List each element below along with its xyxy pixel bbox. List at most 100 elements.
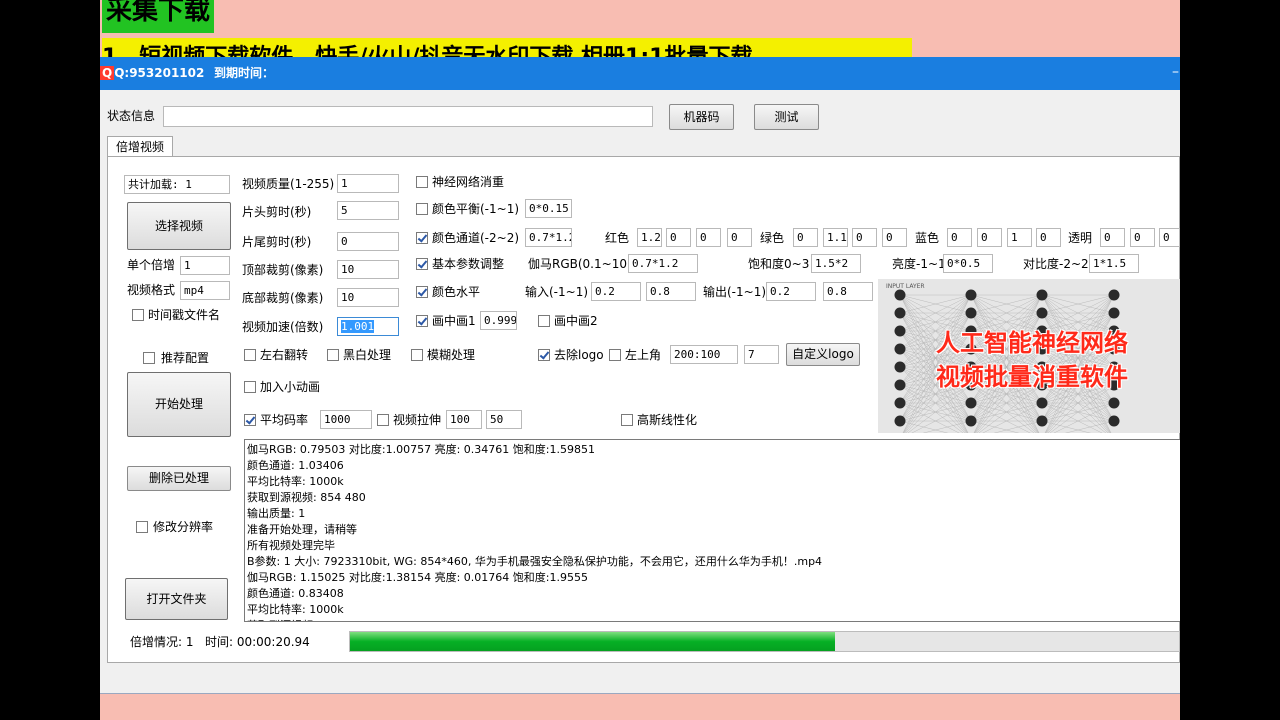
red-input-3[interactable]: 0 bbox=[696, 228, 721, 247]
green-input-1[interactable]: 0 bbox=[793, 228, 818, 247]
recommend-config-checkbox[interactable] bbox=[143, 352, 155, 364]
red-input-4[interactable]: 0 bbox=[727, 228, 752, 247]
color-level-checkbox[interactable] bbox=[416, 286, 428, 298]
stretch-input-1[interactable]: 100 bbox=[446, 410, 482, 429]
red-input-2[interactable]: 0 bbox=[666, 228, 691, 247]
timestamp-filename-label: 时间戳文件名 bbox=[148, 308, 221, 322]
output-high-input[interactable]: 0.8 bbox=[823, 282, 873, 301]
saturation-label: 饱和度0~3 bbox=[748, 257, 810, 271]
log-line: 伽马RGB: 1.15025 对比度:1.38154 亮度: 0.01764 饱… bbox=[247, 571, 588, 584]
color-channel-checkbox[interactable] bbox=[416, 232, 428, 244]
log-line: 伽马RGB: 0.79503 对比度:1.00757 亮度: 0.34761 饱… bbox=[247, 443, 595, 456]
title-bar[interactable]: Q Q:953201102 到期时间： – bbox=[100, 57, 1180, 90]
green-input-4[interactable]: 0 bbox=[882, 228, 907, 247]
input-low-input[interactable]: 0.2 bbox=[591, 282, 641, 301]
red-input-1[interactable]: 1.2 bbox=[637, 228, 662, 247]
log-line: 所有视频处理完毕 bbox=[247, 539, 335, 552]
log-line: 平均比特率: 1000k bbox=[247, 603, 344, 616]
add-animation-label: 加入小动画 bbox=[260, 380, 321, 394]
status-field[interactable] bbox=[163, 106, 653, 127]
timestamp-filename-checkbox[interactable] bbox=[132, 309, 144, 321]
speed-input[interactable]: 1.001 bbox=[337, 317, 399, 336]
color-channel-input[interactable]: 0.7*1.2 bbox=[525, 228, 572, 247]
blur-label: 模糊处理 bbox=[427, 348, 476, 362]
green-input-2[interactable]: 1.1 bbox=[823, 228, 848, 247]
alpha-label: 透明 bbox=[1068, 231, 1093, 245]
single-multiply-input[interactable]: 1 bbox=[180, 256, 230, 275]
slide-title: 采集下载 bbox=[102, 0, 215, 33]
neural-dedup-label: 神经网络消重 bbox=[432, 175, 505, 189]
logo-value-input[interactable]: 7 bbox=[744, 345, 779, 364]
avg-bitrate-input[interactable]: 1000 bbox=[320, 410, 372, 429]
bottom-crop-input[interactable]: 10 bbox=[337, 288, 399, 307]
log-output[interactable]: 伽马RGB: 0.79503 对比度:1.00757 亮度: 0.34761 饱… bbox=[244, 439, 1180, 622]
neural-dedup-checkbox[interactable] bbox=[416, 176, 428, 188]
tail-cut-input[interactable]: 0 bbox=[337, 232, 399, 251]
top-left-checkbox[interactable] bbox=[609, 349, 621, 361]
input-range-label: 输入(-1~1) bbox=[525, 285, 589, 299]
open-folder-button[interactable]: 打开文件夹 bbox=[125, 578, 228, 620]
gamma-input[interactable]: 0.7*1.2 bbox=[628, 254, 698, 273]
pip2-label: 画中画2 bbox=[554, 314, 598, 328]
video-format-input[interactable]: mp4 bbox=[180, 281, 230, 300]
banner-line-1: 人工智能神经网络 bbox=[936, 329, 1128, 357]
saturation-input[interactable]: 1.5*2 bbox=[811, 254, 861, 273]
bottom-crop-label: 底部裁剪(像素) bbox=[242, 291, 324, 305]
contrast-input[interactable]: 1*1.5 bbox=[1089, 254, 1139, 273]
blue-input-2[interactable]: 0 bbox=[977, 228, 1002, 247]
gaussian-label: 高斯线性化 bbox=[637, 413, 698, 427]
remove-logo-checkbox[interactable] bbox=[538, 349, 550, 361]
minimize-icon[interactable]: – bbox=[1172, 65, 1180, 79]
pip1-checkbox[interactable] bbox=[416, 315, 428, 327]
color-balance-checkbox[interactable] bbox=[416, 203, 428, 215]
green-input-3[interactable]: 0 bbox=[852, 228, 877, 247]
select-video-button[interactable]: 选择视频 bbox=[127, 202, 231, 250]
delete-processed-button[interactable]: 删除已处理 bbox=[127, 466, 231, 491]
output-low-input[interactable]: 0.2 bbox=[766, 282, 816, 301]
output-range-label: 输出(-1~1) bbox=[703, 285, 767, 299]
pip1-input[interactable]: 0.999 bbox=[480, 311, 517, 330]
color-balance-label: 颜色平衡(-1~1) bbox=[432, 202, 520, 216]
change-resolution-checkbox[interactable] bbox=[136, 521, 148, 533]
blue-input-3[interactable]: 1 bbox=[1007, 228, 1032, 247]
neural-network-banner: INPUT LAYER 人工智能神经网络 视频批量消重软件 bbox=[878, 279, 1180, 433]
blue-input-1[interactable]: 0 bbox=[947, 228, 972, 247]
alpha-input-2[interactable]: 0 bbox=[1130, 228, 1155, 247]
change-resolution-label: 修改分辨率 bbox=[153, 520, 214, 534]
alpha-input-3[interactable]: 0 bbox=[1159, 228, 1180, 247]
flip-label: 左右翻转 bbox=[260, 348, 309, 362]
alpha-input-1[interactable]: 0 bbox=[1100, 228, 1125, 247]
bw-checkbox[interactable] bbox=[327, 349, 339, 361]
quality-input[interactable]: 1 bbox=[337, 174, 399, 193]
input-high-input[interactable]: 0.8 bbox=[646, 282, 696, 301]
top-crop-input[interactable]: 10 bbox=[337, 260, 399, 279]
video-format-label: 视频格式 bbox=[127, 283, 176, 297]
multiply-status: 倍增情况: 1 时间: 00:00:20.94 bbox=[130, 635, 310, 649]
top-crop-label: 顶部裁剪(像素) bbox=[242, 263, 324, 277]
machine-code-button[interactable]: 机器码 bbox=[669, 104, 734, 130]
start-process-button[interactable]: 开始处理 bbox=[127, 372, 231, 437]
banner-line-2: 视频批量消重软件 bbox=[936, 363, 1128, 391]
tab-multiply-video[interactable]: 倍增视频 bbox=[107, 136, 173, 158]
test-button[interactable]: 测试 bbox=[754, 104, 819, 130]
stretch-input-2[interactable]: 50 bbox=[486, 410, 522, 429]
expire-time-label: 到期时间： bbox=[214, 66, 275, 80]
blur-checkbox[interactable] bbox=[411, 349, 423, 361]
logo-size-input[interactable]: 200:100 bbox=[670, 345, 738, 364]
brightness-input[interactable]: 0*0.5 bbox=[943, 254, 993, 273]
avg-bitrate-checkbox[interactable] bbox=[244, 414, 256, 426]
pip2-checkbox[interactable] bbox=[538, 315, 550, 327]
basic-params-checkbox[interactable] bbox=[416, 258, 428, 270]
stretch-checkbox[interactable] bbox=[377, 414, 389, 426]
color-balance-input[interactable]: 0*0.15 bbox=[525, 199, 572, 218]
app-window: Q Q:953201102 到期时间： – 状态信息 机器码 测试 倍增视频 共计… bbox=[100, 57, 1180, 694]
pip1-label: 画中画1 bbox=[432, 314, 476, 328]
custom-logo-button[interactable]: 自定义logo bbox=[786, 343, 860, 366]
blue-input-4[interactable]: 0 bbox=[1036, 228, 1061, 247]
head-cut-input[interactable]: 5 bbox=[337, 201, 399, 220]
qq-number: Q Q:953201102 bbox=[100, 66, 205, 80]
add-animation-checkbox[interactable] bbox=[244, 381, 256, 393]
flip-checkbox[interactable] bbox=[244, 349, 256, 361]
log-line: 颜色通道: 1.03406 bbox=[247, 459, 344, 472]
gaussian-checkbox[interactable] bbox=[621, 414, 633, 426]
